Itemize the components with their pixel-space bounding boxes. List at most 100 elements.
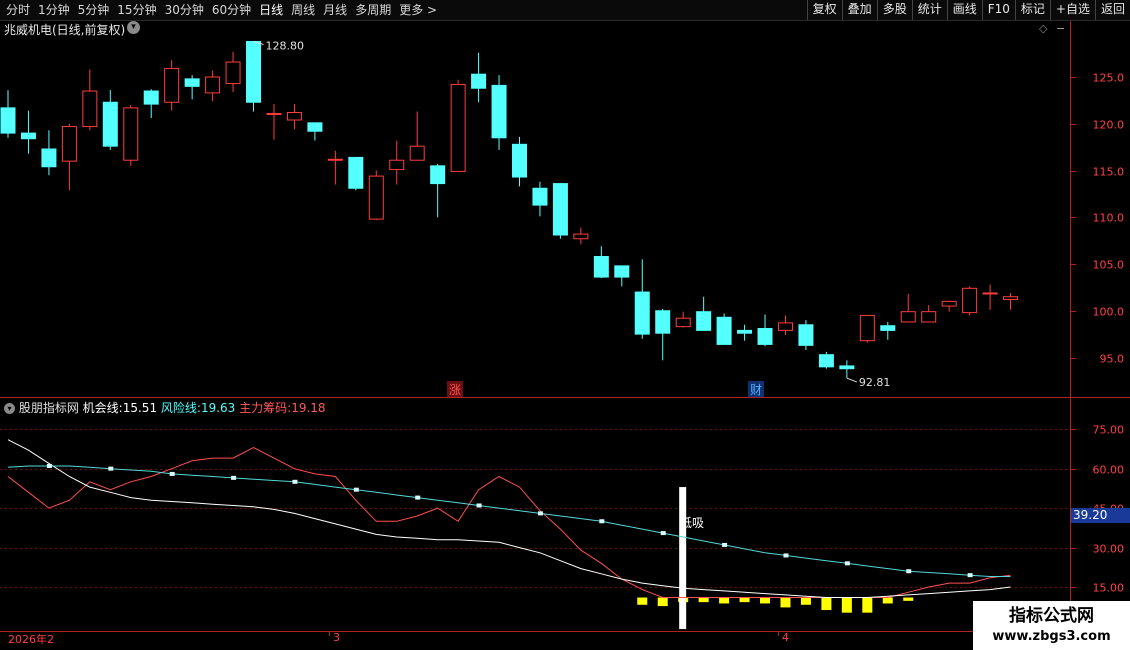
yellow-bar: [719, 597, 730, 604]
indicator-tick-label: 75.00: [1093, 424, 1125, 437]
tab-15min[interactable]: 15分钟: [113, 0, 160, 20]
candle[interactable]: [880, 321, 896, 340]
fengxian-marker: [844, 561, 850, 566]
candle[interactable]: [634, 259, 650, 339]
candle[interactable]: [41, 130, 57, 176]
candle[interactable]: [818, 351, 834, 369]
price-tick-label: 95.0: [1100, 353, 1125, 366]
yellow-bar: [882, 597, 893, 604]
candle[interactable]: [307, 122, 323, 141]
candle[interactable]: [164, 60, 180, 111]
candle[interactable]: [327, 150, 343, 185]
restore-rights-button[interactable]: 复权: [806, 0, 842, 20]
overlay-button[interactable]: 叠加: [841, 0, 877, 20]
f10-button[interactable]: F10: [981, 0, 1015, 20]
candle[interactable]: [143, 89, 159, 119]
multi-stock-button[interactable]: 多股: [876, 0, 912, 20]
candle[interactable]: [389, 140, 405, 185]
candle[interactable]: [184, 75, 200, 100]
fengxian-line: [7, 465, 1011, 577]
tab-weekly[interactable]: 周线: [287, 0, 319, 20]
price-tick-label: 115.0: [1093, 166, 1125, 179]
indicator-chart[interactable]: 75.0060.0045.0030.0015.00: [0, 398, 1130, 632]
candle[interactable]: [225, 51, 241, 92]
candle[interactable]: [430, 163, 446, 218]
candle[interactable]: [0, 90, 16, 138]
candle[interactable]: [655, 308, 671, 361]
line1-name: 机会线:: [82, 401, 123, 415]
low-pointer: [846, 377, 858, 383]
indicator-panel[interactable]: 75.0060.0045.0030.0015.00 ▾ 股朋指标网 机会线:15…: [0, 397, 1130, 632]
candle[interactable]: [61, 123, 77, 191]
tool-buttons: 复权 叠加 多股 统计 画线 F10 标记 +自选 返回: [806, 0, 1130, 20]
tab-multi-period[interactable]: 多周期: [351, 0, 395, 20]
candle[interactable]: [716, 313, 732, 345]
candle[interactable]: [941, 300, 957, 312]
date-label-apr: 4: [782, 631, 789, 644]
candle[interactable]: [20, 110, 36, 154]
candle[interactable]: [532, 181, 548, 217]
tab-fenshi[interactable]: 分时: [2, 0, 34, 20]
candle[interactable]: [737, 324, 753, 341]
candle[interactable]: [593, 246, 609, 279]
cai-marker[interactable]: 财: [748, 381, 765, 398]
candle[interactable]: [962, 286, 978, 316]
candle[interactable]: [982, 284, 998, 310]
candle[interactable]: [450, 79, 466, 172]
date-label-mar: 3: [333, 631, 340, 644]
candle[interactable]: [675, 311, 691, 328]
indicator-tick-label: 15.00: [1093, 582, 1125, 595]
statistics-button[interactable]: 统计: [911, 0, 947, 20]
tab-60min[interactable]: 60分钟: [208, 0, 255, 20]
site-logo: 指标公式网 www.zbgs3.com: [973, 601, 1130, 650]
candle[interactable]: [82, 69, 98, 131]
candle[interactable]: [859, 314, 875, 343]
draw-line-button[interactable]: 画线: [946, 0, 982, 20]
candle[interactable]: [696, 296, 712, 331]
back-button[interactable]: 返回: [1094, 0, 1130, 20]
candle[interactable]: [491, 75, 507, 150]
candle[interactable]: [798, 320, 814, 351]
candle[interactable]: [205, 70, 221, 102]
candle[interactable]: [246, 40, 262, 112]
chevron-down-icon[interactable]: ▾: [4, 403, 15, 414]
minimize-icon[interactable]: −: [1056, 22, 1065, 35]
tab-more[interactable]: 更多 >: [395, 0, 441, 20]
candle[interactable]: [471, 52, 487, 103]
fengxian-marker: [292, 479, 298, 484]
candle[interactable]: [123, 105, 139, 166]
kline-panel[interactable]: 125.0 120.0 115.0 110.0 105.0 100.0 95.0 128.8…: [0, 21, 1130, 398]
candle[interactable]: [552, 183, 568, 239]
candle[interactable]: [921, 305, 937, 323]
candle[interactable]: [102, 90, 118, 150]
candle[interactable]: [286, 104, 302, 130]
fengxian-marker: [415, 495, 421, 500]
add-watchlist-button[interactable]: +自选: [1049, 0, 1095, 20]
candle[interactable]: [348, 156, 364, 191]
candle[interactable]: [573, 227, 589, 245]
candle[interactable]: [614, 265, 630, 287]
mark-button[interactable]: 标记: [1014, 0, 1050, 20]
candle[interactable]: [409, 111, 425, 161]
tab-5min[interactable]: 5分钟: [74, 0, 114, 20]
candle[interactable]: [1003, 292, 1019, 310]
fengxian-marker: [169, 471, 175, 476]
candle[interactable]: [900, 293, 916, 323]
candle[interactable]: [266, 104, 282, 140]
candle[interactable]: [368, 170, 384, 221]
candle[interactable]: [777, 315, 793, 336]
tab-daily[interactable]: 日线: [255, 0, 287, 20]
tab-monthly[interactable]: 月线: [319, 0, 351, 20]
candle[interactable]: [512, 136, 527, 187]
tab-30min[interactable]: 30分钟: [161, 0, 208, 20]
line1-value: 15.51: [122, 401, 158, 415]
candle[interactable]: [839, 360, 855, 379]
tab-1min[interactable]: 1分钟: [34, 0, 74, 20]
diamond-icon[interactable]: ◇: [1039, 22, 1047, 35]
candle[interactable]: [757, 314, 773, 347]
kline-chart[interactable]: 125.0 120.0 115.0 110.0 105.0 100.0 95.0 128.8…: [0, 21, 1130, 397]
zhang-marker[interactable]: 涨: [447, 381, 464, 398]
fengxian-marker: [906, 569, 912, 574]
chevron-down-icon[interactable]: ▾: [127, 21, 140, 34]
price-tick-label: 100.0: [1093, 306, 1125, 319]
